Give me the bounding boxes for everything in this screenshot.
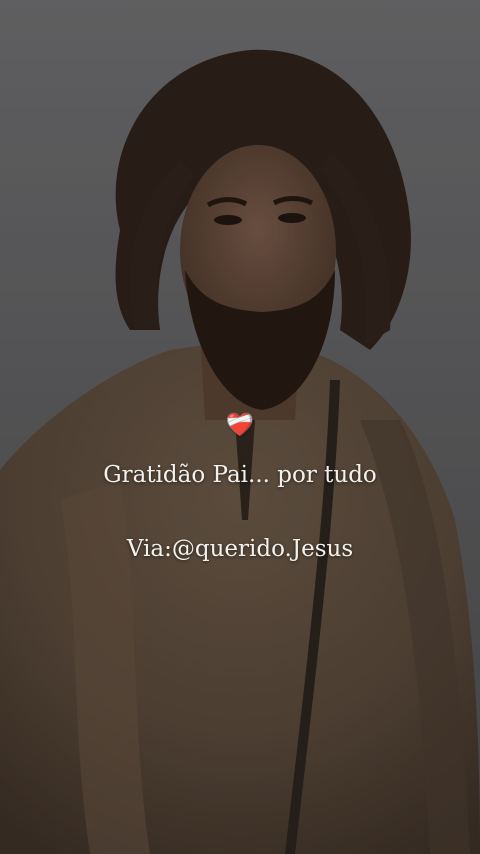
story-frame: ❤️‍🩹 Gratidão Pai... por tudo Via:@queri… bbox=[0, 0, 480, 854]
caption-text: Gratidão Pai... por tudo bbox=[103, 462, 377, 488]
mending-heart-icon: ❤️‍🩹 bbox=[226, 413, 254, 438]
credit-text: Via:@querido.Jesus bbox=[126, 536, 354, 562]
heart-emoji-line: ❤️‍🩹 bbox=[0, 413, 480, 439]
